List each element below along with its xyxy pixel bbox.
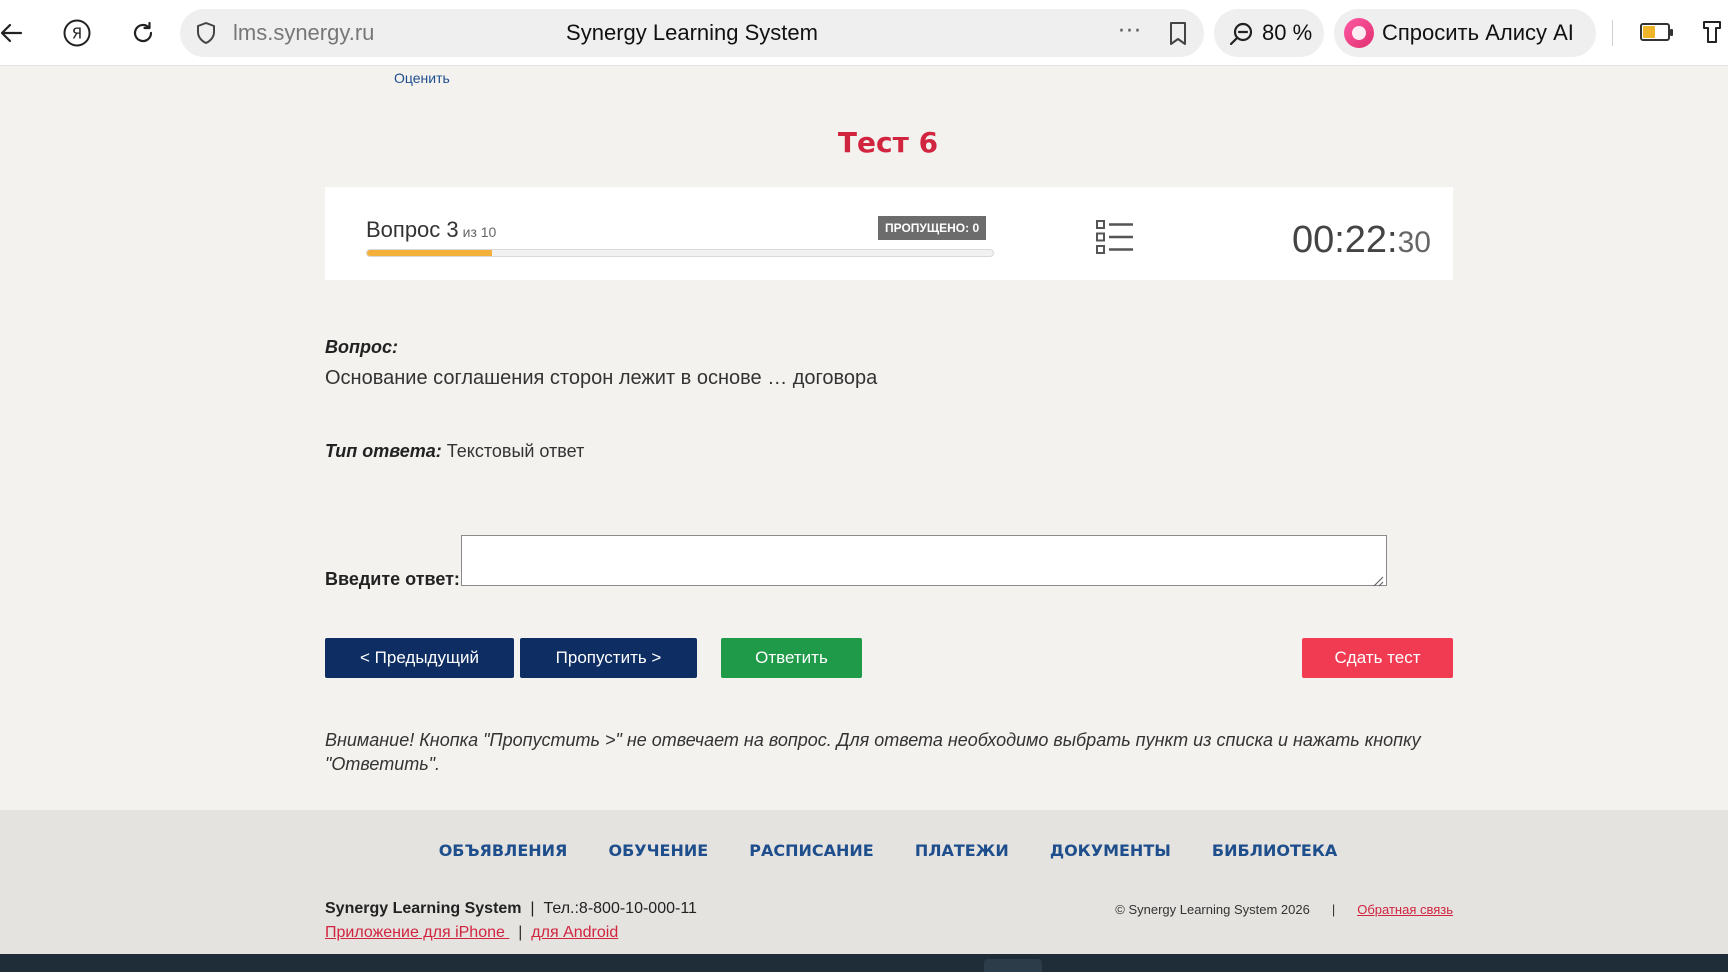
progress-bar-fill [367,250,493,256]
timer: 00:22:30 [1292,219,1431,262]
question-number: Вопрос 3 [366,217,459,242]
android-app-link[interactable]: для Android [531,924,618,941]
question-counter: Вопрос 3 из 10 [366,217,496,243]
yandex-logo-icon[interactable]: Я [57,13,97,53]
bookmark-icon[interactable] [1166,21,1190,45]
test-title: Тест 6 [837,126,939,159]
app-links: Приложение для iPhone | для Android [325,924,618,942]
alice-icon [1344,18,1374,48]
previous-button[interactable]: < Предыдущий [325,638,514,678]
rate-link[interactable]: Оценить [394,70,450,86]
footer-nav: ОБЪЯВЛЕНИЯ ОБУЧЕНИЕ РАСПИСАНИЕ ПЛАТЕЖИ Д… [0,841,1728,860]
question-label: Вопрос: [325,337,398,357]
more-icon[interactable]: ··· [1118,21,1142,43]
question-total: из 10 [462,224,497,240]
copyright-divider: | [1331,902,1336,917]
answer-label: Введите ответ: [325,569,460,589]
footer-link-payments[interactable]: ПЛАТЕЖИ [915,841,1009,860]
footer-link-documents[interactable]: ДОКУМЕНТЫ [1050,841,1171,860]
timer-main: 00:22: [1291,219,1398,261]
ask-alice-button[interactable]: Спросить Алису AI [1334,9,1596,57]
question-text: Основание соглашения сторон лежит в осно… [325,367,878,389]
footer-link-learning[interactable]: ОБУЧЕНИЕ [608,841,708,860]
zoom-button[interactable]: 80 % [1214,9,1324,57]
submit-test-button[interactable]: Сдать тест [1302,638,1453,678]
progress-panel: Вопрос 3 из 10 ПРОПУЩЕНО: 0 00:22:30 [325,187,1453,280]
ask-alice-label: Спросить Алису AI [1382,20,1574,45]
answer-type-value: Текстовый ответ [441,441,585,461]
footer-link-library[interactable]: БИБЛИОТЕКА [1212,841,1337,860]
taskbar-tab[interactable] [984,959,1042,972]
footer-link-schedule[interactable]: РАСПИСАНИЕ [749,841,873,860]
answer-button[interactable]: Ответить [721,638,862,678]
svg-text:Я: Я [72,25,82,43]
brand-phone: | Тел.:8-800-10-000-11 [521,900,697,917]
back-arrow-icon[interactable] [0,13,32,53]
footer-link-announcements[interactable]: ОБЪЯВЛЕНИЯ [439,841,568,860]
skip-button[interactable]: Пропустить > [520,638,697,678]
extension-icon[interactable] [1700,18,1724,46]
skipped-badge: ПРОПУЩЕНО: 0 [878,216,987,240]
answer-type: Тип ответа: Текстовый ответ [325,441,584,462]
toolbar-divider [1612,20,1613,46]
zoom-level: 80 % [1262,20,1313,45]
progress-bar [366,249,994,257]
timer-seconds: 30 [1397,226,1431,259]
skip-warning: Внимание! Кнопка "Пропустить >" не отвеч… [325,730,1421,774]
page-title-text: Synergy Learning System [566,20,818,45]
footer: ОБЪЯВЛЕНИЯ ОБУЧЕНИЕ РАСПИСАНИЕ ПЛАТЕЖИ Д… [0,810,1728,954]
taskbar-strip [0,954,1728,972]
footer-copyright: © Synergy Learning System 2026 | Обратная … [1115,902,1453,917]
feedback-link[interactable]: Обратная связь [1357,902,1453,917]
reload-icon[interactable] [123,13,163,53]
battery-icon[interactable] [1640,23,1673,41]
app-links-divider: | [509,924,532,941]
address-bar[interactable]: lms.synergy.ru Synergy Learning System ·… [180,9,1204,57]
answer-type-label: Тип ответа: [325,441,442,461]
brand-name: Synergy Learning System [325,900,522,917]
answer-input[interactable] [461,535,1387,586]
question-list-icon[interactable] [1095,219,1135,255]
resize-grip-icon[interactable] [1373,572,1384,587]
magnifier-icon [1228,21,1254,47]
copyright-text: © Synergy Learning System 2026 [1115,902,1310,917]
browser-toolbar: Я lms.synergy.ru Synergy Learning System… [0,0,1728,66]
footer-brand: Synergy Learning System | Тел.:8-800-10-… [325,900,697,918]
iphone-app-link[interactable]: Приложение для iPhone [325,924,509,941]
